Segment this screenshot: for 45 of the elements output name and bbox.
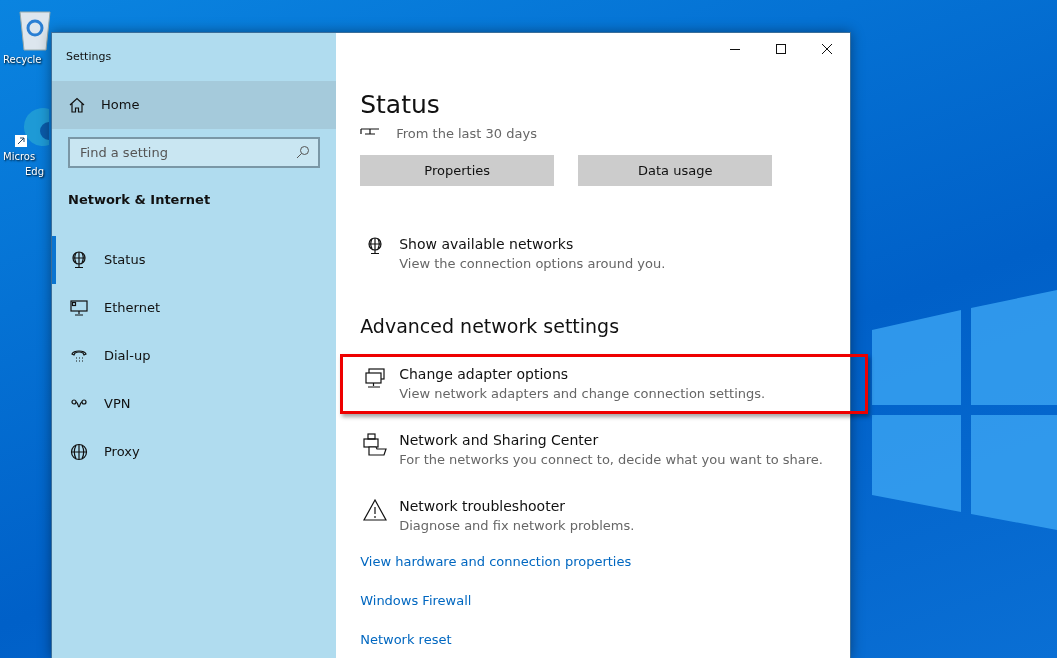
search-field[interactable]: Find a setting (68, 137, 321, 168)
recycle-bin-icon[interactable] (17, 8, 53, 52)
desktop-icon-label: Edg (25, 165, 44, 179)
nav-item[interactable]: VPN (52, 379, 337, 428)
desktop-icon-label: Recycle (3, 53, 42, 67)
computers-icon (364, 367, 387, 389)
option-title: Network troubleshooter (399, 497, 567, 516)
close-icon (822, 44, 832, 54)
nav-item[interactable]: Ethernet (52, 283, 337, 332)
option-description: View the connection options around you. (399, 255, 666, 273)
link[interactable]: Network reset (360, 630, 452, 649)
window-title: Settings (66, 48, 112, 65)
edge-icon[interactable] (15, 105, 49, 149)
option-title: Network and Sharing Center (399, 431, 600, 450)
globe-icon (70, 442, 88, 461)
option-description: For the networks you connect to, decide what you want to share. (399, 451, 823, 469)
globe-monitor-icon (366, 237, 385, 255)
page-title: Status (360, 89, 441, 121)
maximize-icon (776, 44, 786, 54)
nav-item[interactable]: Proxy (52, 427, 337, 476)
search-icon (296, 145, 311, 159)
section-heading: Advanced network settings (360, 314, 621, 339)
option-title: Change adapter options (399, 365, 570, 384)
link[interactable]: View hardware and connection properties (360, 552, 632, 571)
action-button[interactable]: Properties (360, 155, 555, 186)
home-icon (69, 97, 85, 113)
action-button[interactable]: Data usage (578, 155, 773, 186)
nav-item[interactable]: Dial-up (52, 331, 337, 380)
minimize-icon (730, 48, 740, 50)
globe-monitor-icon (70, 250, 88, 269)
desktop-icon-label: Micros (3, 150, 36, 164)
usage-note: From the last 30 days (396, 125, 537, 144)
printer-folder-icon (363, 433, 388, 457)
section-heading: Network & Internet (68, 191, 212, 209)
warning-icon (363, 499, 388, 521)
setting-option[interactable]: Network and Sharing Center For the networks you connect to, decide what you want to share. (340, 420, 846, 480)
setting-option[interactable]: Change adapter options View network adapters and change connection settings. (340, 354, 868, 414)
setting-option[interactable]: Show available networks View the connection options around you. (340, 224, 846, 284)
home-item[interactable]: Home (52, 81, 337, 129)
option-title: Show available networks (399, 235, 575, 254)
setting-option[interactable]: Network troubleshooter Diagnose and fix network problems. (340, 486, 846, 546)
option-description: View network adapters and change connection settings. (399, 385, 766, 403)
option-description: Diagnose and fix network problems. (399, 517, 635, 535)
link[interactable]: Windows Firewall (360, 591, 472, 610)
monitor-icon (70, 298, 88, 317)
